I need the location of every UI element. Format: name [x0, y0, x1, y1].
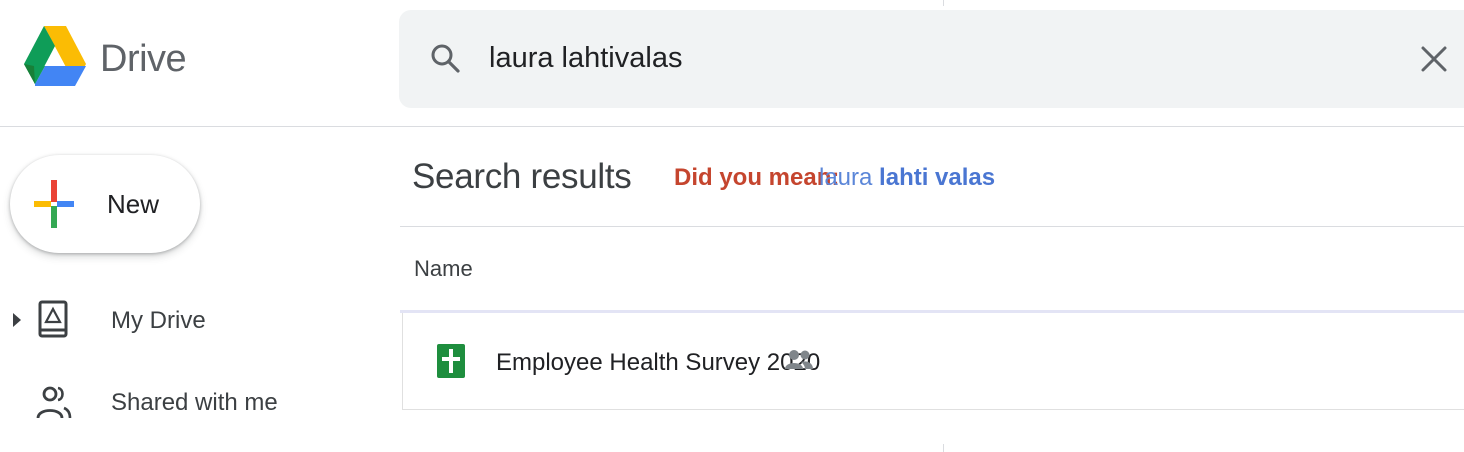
sidebar-item-shared-with-me[interactable]: Shared with me [0, 372, 380, 432]
shared-with-me-icon [36, 386, 72, 419]
google-sheets-icon [437, 344, 465, 378]
plus-icon [34, 180, 74, 228]
divider-tick [943, 444, 944, 452]
file-name: Employee Health Survey 2020 [496, 349, 821, 376]
column-header-name[interactable]: Name [414, 256, 473, 282]
search-icon[interactable] [429, 42, 461, 74]
app-title: Drive [100, 38, 187, 80]
new-button-label: New [107, 189, 160, 219]
sidebar-item-label: My Drive [111, 307, 206, 334]
divider [400, 226, 1464, 227]
page-title: Search results [412, 157, 632, 196]
suggestion-plain: laura [819, 164, 873, 191]
app-header: Drive [0, 0, 1464, 127]
file-row[interactable]: Employee Health Survey 2020 [402, 313, 1464, 410]
new-button[interactable]: New [10, 155, 200, 253]
caret-right-icon[interactable] [12, 312, 22, 328]
drive-logo-icon[interactable] [24, 24, 86, 96]
did-you-mean-label: Did you mean: [674, 164, 840, 191]
search-input[interactable] [489, 38, 1289, 78]
my-drive-icon [38, 300, 68, 338]
shared-people-icon [785, 350, 813, 369]
close-icon[interactable] [1419, 44, 1449, 74]
search-bar[interactable] [399, 10, 1464, 108]
suggestion-bold: lahti valas [879, 164, 996, 191]
sidebar-item-my-drive[interactable]: My Drive [0, 290, 380, 350]
sidebar-item-label: Shared with me [111, 389, 278, 416]
divider-tick [943, 0, 944, 6]
spelling-suggestion-link[interactable]: laura lahti valas [819, 164, 995, 192]
